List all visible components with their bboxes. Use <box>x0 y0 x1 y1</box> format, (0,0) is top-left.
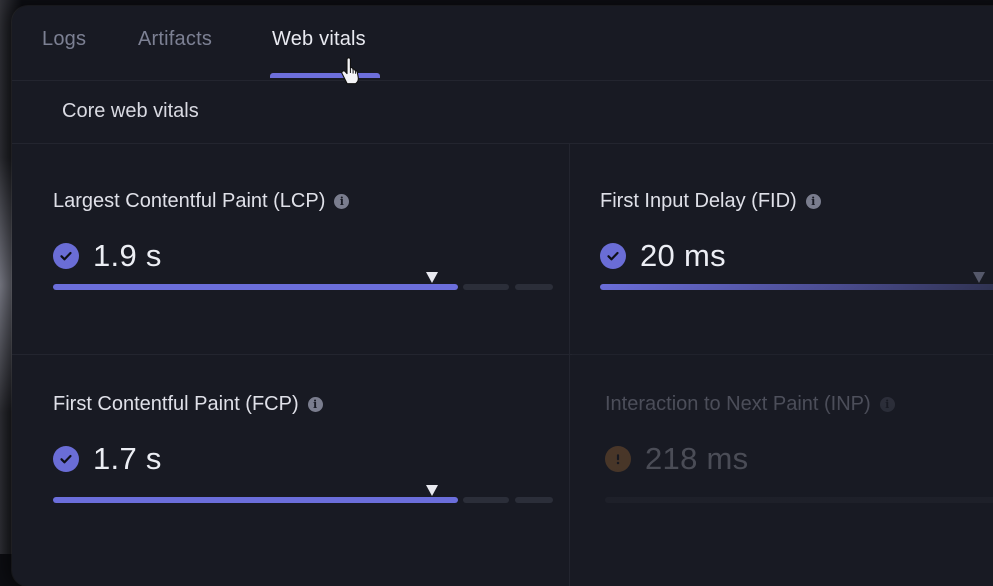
bar-segment-good <box>53 284 458 290</box>
metric-value: 1.9 s <box>93 238 162 273</box>
bar-segment-poor <box>515 497 553 503</box>
value-marker <box>973 272 985 283</box>
value-marker <box>426 272 438 283</box>
info-icon[interactable]: i <box>805 194 821 209</box>
bar-segment-good <box>53 497 458 503</box>
metric-label: Largest Contentful Paint (LCP) <box>53 190 326 212</box>
bar-segment-track <box>605 497 993 503</box>
tab-web-vitals[interactable]: Web vitals <box>272 28 366 51</box>
metric-value: 20 ms <box>640 238 726 273</box>
metric-card-inp[interactable]: Interaction to Next Paint (INP) i 218 ms <box>605 393 993 586</box>
tab-artifacts[interactable]: Artifacts <box>138 28 212 51</box>
info-icon[interactable]: i <box>307 397 323 412</box>
section-header: Core web vitals <box>12 81 993 144</box>
bar-segment-poor <box>515 284 553 290</box>
check-circle-icon <box>53 243 79 269</box>
check-circle-icon <box>600 243 626 269</box>
metric-progress-bar <box>53 272 553 290</box>
metric-card-fcp[interactable]: First Contentful Paint (FCP) i 1.7 s <box>53 393 593 586</box>
value-marker <box>426 485 438 496</box>
metric-progress-bar <box>600 272 993 290</box>
bar-segment-good <box>600 284 993 290</box>
metric-label: First Contentful Paint (FCP) <box>53 393 299 415</box>
metric-card-fid[interactable]: First Input Delay (FID) i 20 ms <box>600 190 993 390</box>
active-tab-indicator <box>270 73 380 78</box>
web-vitals-panel: Logs Artifacts Web vitals Core web vital… <box>12 6 993 586</box>
info-icon[interactable]: i <box>879 397 895 412</box>
metric-label: First Input Delay (FID) <box>600 190 797 212</box>
tab-logs[interactable]: Logs <box>42 28 86 51</box>
section-title: Core web vitals <box>62 100 199 122</box>
info-icon[interactable]: i <box>334 194 350 209</box>
bar-segment-needs-improvement <box>463 497 509 503</box>
metric-value: 218 ms <box>645 441 749 476</box>
tab-bar: Logs Artifacts Web vitals <box>12 6 993 85</box>
metric-card-lcp[interactable]: Largest Contentful Paint (LCP) i 1.9 s <box>53 190 593 390</box>
metric-progress-bar <box>605 497 993 503</box>
metric-progress-bar <box>53 485 553 503</box>
metric-value: 1.7 s <box>93 441 162 476</box>
metric-label: Interaction to Next Paint (INP) <box>605 393 871 415</box>
exclamation-circle-icon <box>605 446 631 472</box>
bar-segment-needs-improvement <box>463 284 509 290</box>
check-circle-icon <box>53 446 79 472</box>
